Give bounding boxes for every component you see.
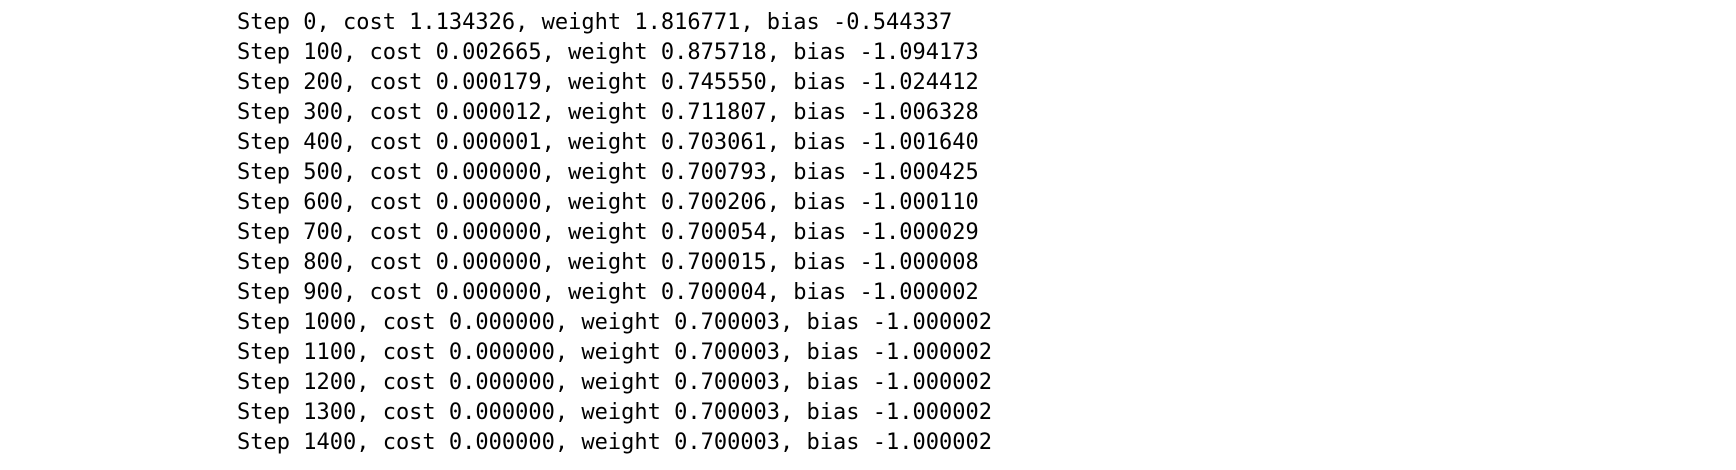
log-line: Step 100, cost 0.002665, weight 0.875718…	[237, 40, 979, 65]
log-line: Step 600, cost 0.000000, weight 0.700206…	[237, 190, 979, 215]
log-line: Step 1100, cost 0.000000, weight 0.70000…	[237, 340, 992, 365]
log-line: Step 1000, cost 0.000000, weight 0.70000…	[237, 310, 992, 335]
log-line: Step 800, cost 0.000000, weight 0.700015…	[237, 250, 979, 275]
log-line: Step 500, cost 0.000000, weight 0.700793…	[237, 160, 979, 185]
log-line: Step 700, cost 0.000000, weight 0.700054…	[237, 220, 979, 245]
log-line: Step 1300, cost 0.000000, weight 0.70000…	[237, 400, 992, 425]
log-line: Step 1400, cost 0.000000, weight 0.70000…	[237, 430, 992, 455]
console-output: Step 0, cost 1.134326, weight 1.816771, …	[237, 8, 992, 458]
log-line: Step 300, cost 0.000012, weight 0.711807…	[237, 100, 979, 125]
log-line: Step 0, cost 1.134326, weight 1.816771, …	[237, 10, 953, 35]
log-line: Step 400, cost 0.000001, weight 0.703061…	[237, 130, 979, 155]
log-line: Step 200, cost 0.000179, weight 0.745550…	[237, 70, 979, 95]
log-line: Step 1200, cost 0.000000, weight 0.70000…	[237, 370, 992, 395]
log-line: Step 900, cost 0.000000, weight 0.700004…	[237, 280, 979, 305]
